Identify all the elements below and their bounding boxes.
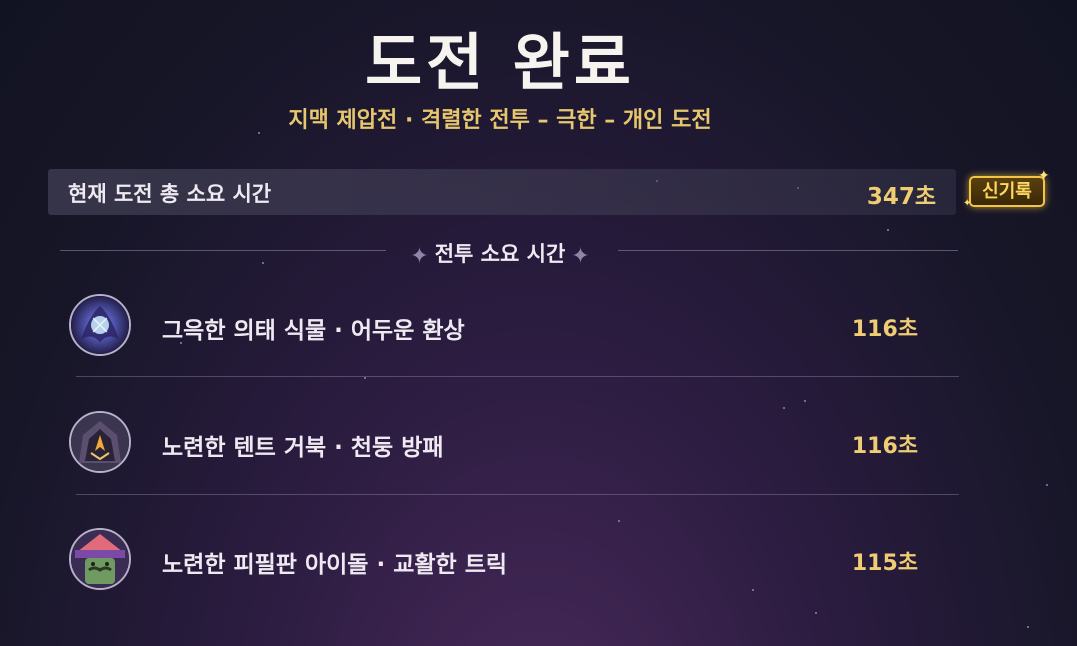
section-heading-label: 전투 소요 시간 — [434, 242, 566, 266]
diamond-ornament-icon: ✦ — [410, 244, 429, 269]
enemy-time: 116초 — [851, 317, 918, 342]
row-divider — [76, 494, 959, 495]
enemy-time: 116초 — [851, 434, 918, 459]
total-time-bar: 현재 도전 총 소요 시간 347초 — [48, 169, 956, 215]
enemy-row: 노련한 텐트 거북 · 천둥 방패 116초 — [66, 411, 958, 481]
challenge-subtitle: 지맥 제압전 · 격렬한 전투 – 극한 – 개인 도전 — [288, 108, 712, 133]
enemy-time: 115초 — [851, 551, 918, 576]
enemy-name: 노련한 텐트 거북 · 천둥 방패 — [162, 435, 444, 461]
sparkle-icon: ✦ — [1038, 168, 1050, 184]
total-time-value: 347초 — [866, 184, 936, 210]
row-divider — [76, 376, 959, 377]
dark-plant-icon — [69, 294, 131, 356]
pipilpan-idol-icon — [69, 528, 131, 590]
enemy-name: 그윽한 의태 식물 · 어두운 환상 — [162, 318, 465, 344]
new-record-badge: 신기록 — [969, 176, 1045, 207]
enemy-name: 노련한 피필판 아이돌 · 교활한 트릭 — [162, 552, 508, 578]
enemy-row: 노련한 피필판 아이돌 · 교활한 트릭 115초 — [66, 528, 958, 598]
sparkle-icon: ✦ — [963, 198, 972, 209]
enemy-row: 그윽한 의태 식물 · 어두운 환상 116초 — [66, 294, 958, 364]
page-title: 도전 완료 — [365, 26, 635, 99]
diamond-ornament-icon: ✦ — [571, 244, 590, 269]
section-heading: ✦ 전투 소요 시간 ✦ — [0, 238, 1000, 269]
total-time-label: 현재 도전 총 소요 시간 — [68, 182, 272, 206]
tent-turtle-icon — [69, 411, 131, 473]
